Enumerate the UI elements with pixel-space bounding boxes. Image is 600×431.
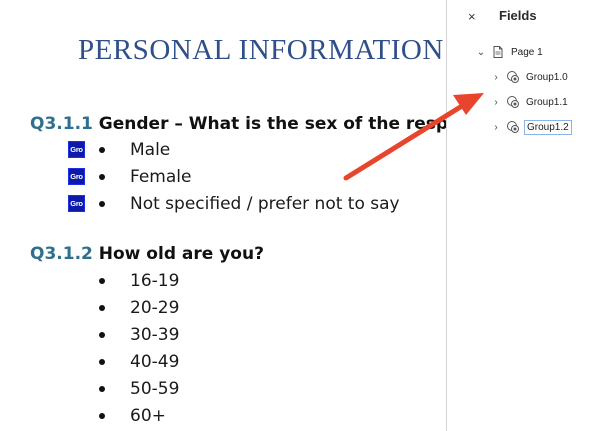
chevron-down-icon[interactable]: ⌄ — [475, 47, 487, 58]
option-label: Not specified / prefer not to say — [130, 194, 400, 214]
bullet-icon — [99, 147, 105, 153]
page-icon — [493, 46, 503, 58]
chevron-right-icon[interactable]: › — [490, 72, 502, 83]
tree-item-group1-0[interactable]: › Group1.0 — [490, 68, 570, 86]
bullet-icon — [99, 201, 105, 207]
tree-label: Page 1 — [511, 46, 543, 58]
option-label: Female — [130, 167, 192, 187]
option-label: 30-39 — [130, 325, 180, 345]
option-label: 50-59 — [130, 379, 180, 399]
page-heading: PERSONAL INFORMATION — [78, 34, 444, 66]
chevron-right-icon[interactable]: › — [490, 97, 502, 108]
question-number: Q3.1.1 — [30, 114, 93, 134]
tree-label: Group1.2 — [524, 119, 572, 135]
radio-group-icon — [507, 71, 519, 83]
tree-label: Group1.1 — [526, 96, 568, 108]
document-view: PERSONAL INFORMATION Q3.1.1 Gender – Wha… — [0, 0, 446, 431]
tree-item-group1-2[interactable]: › Group1.2 — [490, 118, 572, 136]
bullet-icon — [99, 386, 105, 392]
fields-panel: × Fields ⌄ Page 1 › Group1.0 › Group1.1 … — [446, 0, 600, 431]
option-label: 60+ — [130, 406, 166, 426]
option-label: 16-19 — [130, 271, 180, 291]
tree-item-page-1[interactable]: ⌄ Page 1 — [475, 43, 545, 61]
radio-field-icon[interactable]: Gro — [68, 195, 85, 212]
bullet-icon — [99, 413, 105, 419]
radio-group-icon — [507, 121, 519, 133]
bullet-icon — [99, 332, 105, 338]
bullet-icon — [99, 359, 105, 365]
close-icon[interactable]: × — [468, 9, 476, 24]
radio-group-icon — [507, 96, 519, 108]
radio-field-icon[interactable]: Gro — [68, 141, 85, 158]
radio-field-icon[interactable]: Gro — [68, 168, 85, 185]
chevron-right-icon[interactable]: › — [490, 122, 502, 133]
question-age: Q3.1.2 How old are you? — [30, 244, 264, 264]
option-label: Male — [130, 140, 171, 160]
option-label: 20-29 — [130, 298, 180, 318]
question-number: Q3.1.2 — [30, 244, 93, 264]
option-label: 40-49 — [130, 352, 180, 372]
panel-title: Fields — [499, 8, 537, 23]
question-gender: Q3.1.1 Gender – What is the sex of the r… — [30, 114, 446, 134]
tree-item-group1-1[interactable]: › Group1.1 — [490, 93, 570, 111]
tree-label: Group1.0 — [526, 71, 568, 83]
bullet-icon — [99, 278, 105, 284]
question-text: Gender – What is the sex of the responde… — [98, 114, 446, 134]
bullet-icon — [99, 174, 105, 180]
question-text: How old are you? — [92, 244, 264, 264]
bullet-icon — [99, 305, 105, 311]
